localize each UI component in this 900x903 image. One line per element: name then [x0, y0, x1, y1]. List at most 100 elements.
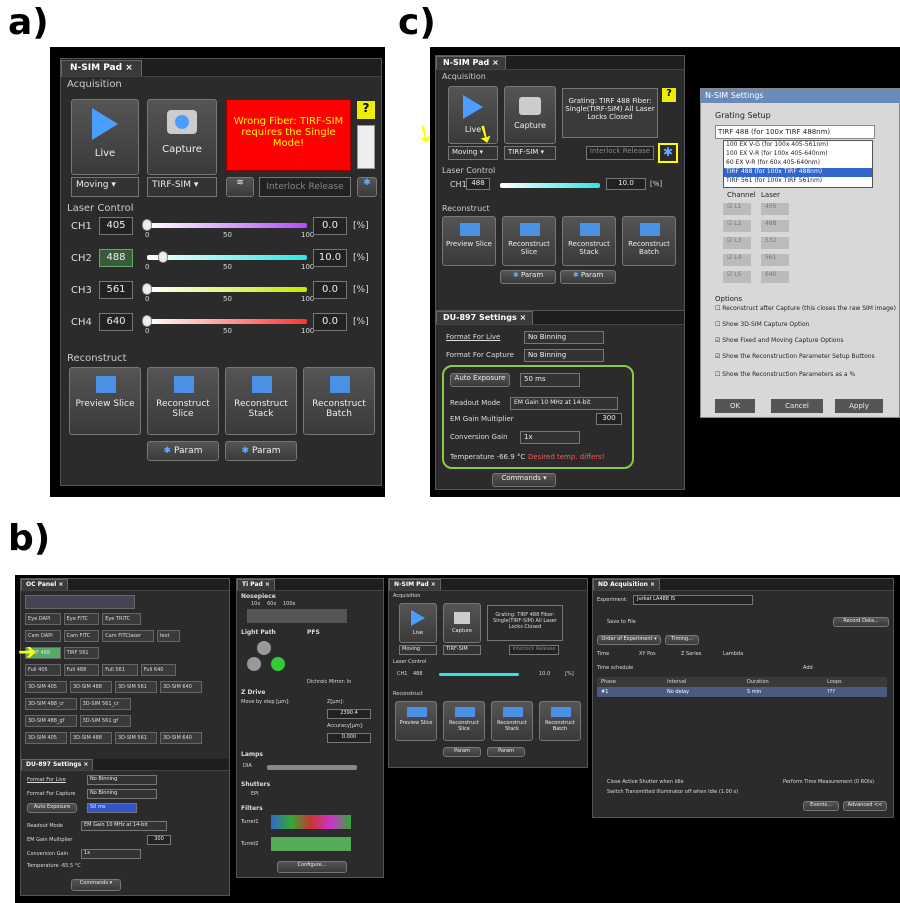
switch-illuminator-checkbox[interactable]: Switch Transmitted Illuminator off when … — [607, 789, 738, 795]
ch4-slider[interactable] — [147, 319, 307, 324]
reconstruct-button-3[interactable]: Reconstruct Stack — [491, 701, 533, 741]
oc-button[interactable]: Cam FITC — [63, 630, 100, 642]
oc-button[interactable]: 3D-SIM 488 — [70, 732, 112, 744]
objective-slots[interactable] — [247, 609, 347, 623]
order-dropdown[interactable]: Order of Experiment ▾ — [597, 635, 661, 645]
oc-button[interactable]: 3D-SIM 405 — [25, 732, 67, 744]
grating-option[interactable]: TIRF 488 (for 100x TIRF 488nm) — [724, 168, 872, 177]
mode-dropdown[interactable]: TIRF-SIM ▾ — [147, 177, 217, 197]
oc-button[interactable]: Full 488 — [63, 664, 100, 676]
tab-du897[interactable]: DU-897 Settings × — [436, 311, 534, 324]
help-button[interactable]: ? — [662, 88, 676, 102]
reconstruct-button-4[interactable]: Reconstruct Batch — [539, 701, 581, 741]
advanced-button[interactable]: Advanced << — [843, 801, 887, 811]
oc-button[interactable]: 3D-SIM 488_gf — [25, 715, 77, 727]
ch3-wavelength[interactable]: 561 — [99, 281, 133, 299]
capture-button[interactable]: Capture — [443, 603, 481, 643]
oc-button[interactable]: Full 640 — [140, 664, 177, 676]
configure-button[interactable]: Configure... — [277, 861, 347, 873]
ch1-value[interactable]: 10.0 — [539, 671, 550, 677]
save-to-file-checkbox[interactable]: Save to File — [607, 619, 636, 625]
ch4-value[interactable]: 0.0 — [313, 313, 347, 331]
interlock-release-button[interactable]: Interlock Release — [259, 177, 351, 197]
option-checkbox-5[interactable]: ☐ Show the Reconstruction Parameters as … — [715, 371, 897, 378]
nd-tab[interactable]: Lambda — [723, 651, 743, 657]
grating-option[interactable]: 100 EX V-G (for 100x 405-561nm) — [724, 141, 872, 150]
laser-L1[interactable]: 405 — [761, 203, 789, 215]
exposure-dropdown[interactable]: 50 ms — [87, 803, 137, 813]
ch1-value[interactable]: 10.0 — [606, 178, 646, 190]
laser-L2[interactable]: 488 — [761, 220, 789, 232]
param-button-2[interactable]: ✱ Param — [225, 441, 297, 461]
apply-button[interactable]: Apply — [835, 399, 883, 413]
events-button[interactable]: Events... — [803, 801, 839, 811]
format-capture-dropdown[interactable]: No Binning — [87, 789, 157, 799]
turret2-filters[interactable] — [271, 837, 351, 851]
oc-button[interactable]: Eye TRITC — [102, 613, 141, 625]
moving-dropdown[interactable]: Moving ▾ — [71, 177, 139, 197]
channel-L3[interactable]: ☑ L3 — [723, 237, 751, 249]
z-value[interactable]: 2390.4 — [327, 709, 371, 719]
commands-button[interactable]: Commands ▾ — [71, 879, 121, 891]
ch2-slider-knob[interactable] — [158, 251, 168, 263]
format-live-dropdown[interactable]: No Binning — [87, 775, 157, 785]
oc-button[interactable]: 3D-SIM 561 gf — [79, 715, 132, 727]
channel-L1[interactable]: ☑ L1 — [723, 203, 751, 215]
ch2-wavelength[interactable]: 488 — [99, 249, 133, 267]
light-path-r100[interactable] — [271, 657, 285, 671]
reconstruct-button-2[interactable]: Reconstruct Slice — [443, 701, 485, 741]
light-path-l100[interactable] — [247, 657, 261, 671]
interlock-release-button[interactable]: Interlock Release — [586, 146, 654, 160]
ch3-slider-knob[interactable] — [142, 283, 152, 295]
tab-oc-panel[interactable]: OC Panel × — [21, 579, 69, 590]
param-button-1[interactable]: ✱ Param — [147, 441, 219, 461]
cancel-button[interactable]: Cancel — [771, 399, 823, 413]
grating-icon[interactable]: ≋ — [226, 177, 254, 197]
ch3-value[interactable]: 0.0 — [313, 281, 347, 299]
laser-L5[interactable]: 640 — [761, 271, 789, 283]
light-path-e100[interactable] — [257, 641, 271, 655]
ch1-slider[interactable] — [500, 183, 600, 188]
table-cell[interactable]: No delay — [667, 689, 689, 695]
time-measurement-checkbox[interactable]: Perform Time Measurement (0 ROIs) — [783, 779, 874, 785]
em-gain-value[interactable]: 300 — [596, 413, 622, 425]
ch3-slider[interactable] — [147, 287, 307, 292]
conversion-gain-dropdown[interactable]: 1x — [81, 849, 141, 859]
gear-icon[interactable]: ✱ — [658, 143, 678, 163]
reconstruct-button-2[interactable]: Reconstruct Slice — [147, 367, 219, 435]
tab-nsim-pad[interactable]: N-SIM Pad × — [436, 56, 506, 69]
tab-nsim-pad[interactable]: N-SIM Pad × — [389, 579, 441, 590]
oc-button[interactable]: TIRF 561 — [63, 647, 100, 659]
conversion-gain-dropdown[interactable]: 1x — [520, 431, 580, 444]
help-button[interactable]: ? — [357, 101, 375, 119]
em-gain-value[interactable]: 300 — [147, 835, 171, 845]
objective-100x[interactable]: 100x — [283, 601, 296, 607]
oc-button[interactable]: 3D-SIM 488 — [70, 681, 112, 693]
live-button[interactable]: Live — [71, 99, 139, 175]
tab-nd-acquisition[interactable]: ND Acquisition × — [593, 579, 660, 590]
ok-button[interactable]: OK — [715, 399, 755, 413]
grating-option[interactable]: 100 EX V-R (for 100x 405-640nm) — [724, 150, 872, 159]
format-capture-dropdown[interactable]: No Binning — [524, 349, 604, 362]
interlock-release-button[interactable]: Interlock Release — [509, 645, 559, 655]
ch2-value[interactable]: 10.0 — [313, 249, 347, 267]
accuracy-value[interactable]: 0.000 — [327, 733, 371, 743]
objective-60x[interactable]: 60x — [267, 601, 276, 607]
add-button[interactable]: Add — [803, 665, 813, 671]
ch1-value[interactable]: 0.0 — [313, 217, 347, 235]
option-checkbox-3[interactable]: ☑ Show Fixed and Moving Capture Options — [715, 337, 897, 344]
nd-tab[interactable]: Time — [597, 651, 609, 657]
option-checkbox-2[interactable]: ☐ Show 3D-SIM Capture Option — [715, 321, 897, 328]
oc-button[interactable]: 3D-SIM 640 — [160, 732, 202, 744]
reconstruct-button-4[interactable]: Reconstruct Batch — [303, 367, 375, 435]
ch4-slider-knob[interactable] — [142, 315, 152, 327]
param-button-2[interactable]: Param — [487, 747, 525, 757]
ch1-slider[interactable] — [147, 223, 307, 228]
toolbar-icons[interactable] — [25, 595, 135, 609]
format-live-label[interactable]: Format For Live — [27, 777, 66, 783]
moving-dropdown[interactable]: Moving ▾ — [448, 146, 498, 160]
readout-mode-dropdown[interactable]: EM Gain 10 MHz at 14-bit — [510, 397, 618, 410]
exposure-dropdown[interactable]: 50 ms — [520, 373, 580, 387]
moving-dropdown[interactable]: Moving — [399, 645, 437, 655]
channel-L2[interactable]: ☑ L2 — [723, 220, 751, 232]
